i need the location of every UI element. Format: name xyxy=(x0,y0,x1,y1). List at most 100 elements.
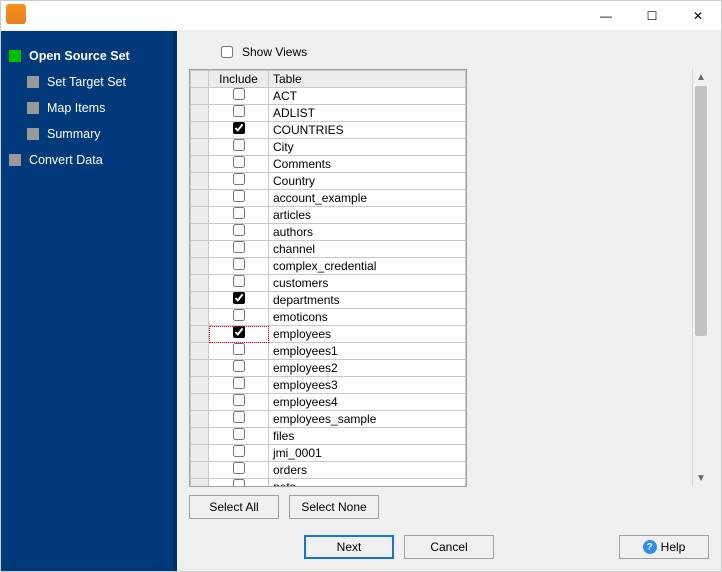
table-row[interactable]: Country xyxy=(191,173,466,190)
table-name-cell[interactable]: employees xyxy=(269,326,466,343)
table-row[interactable]: COUNTRIES xyxy=(191,122,466,139)
scroll-track[interactable] xyxy=(693,86,709,470)
sidebar-item-set-target-set[interactable]: Set Target Set xyxy=(1,69,173,95)
table-name-cell[interactable]: COUNTRIES xyxy=(269,122,466,139)
table-row[interactable]: employees4 xyxy=(191,394,466,411)
select-all-button[interactable]: Select All xyxy=(189,495,279,519)
table-row[interactable]: articles xyxy=(191,207,466,224)
table-name-cell[interactable]: employees_sample xyxy=(269,411,466,428)
table-row[interactable]: departments xyxy=(191,292,466,309)
row-handle[interactable] xyxy=(191,479,209,487)
row-handle[interactable] xyxy=(191,292,209,309)
row-handle[interactable] xyxy=(191,360,209,377)
table-row[interactable]: jmi_0001 xyxy=(191,445,466,462)
row-handle[interactable] xyxy=(191,258,209,275)
include-checkbox[interactable] xyxy=(233,224,245,236)
table-row[interactable]: employees1 xyxy=(191,343,466,360)
include-cell[interactable] xyxy=(209,275,269,292)
row-handle[interactable] xyxy=(191,445,209,462)
show-views-checkbox[interactable] xyxy=(221,46,233,58)
include-cell[interactable] xyxy=(209,122,269,139)
scroll-down-icon[interactable]: ▼ xyxy=(693,470,709,487)
include-cell[interactable] xyxy=(209,190,269,207)
table-name-cell[interactable]: Comments xyxy=(269,156,466,173)
include-cell[interactable] xyxy=(209,105,269,122)
sidebar-item-convert-data[interactable]: Convert Data xyxy=(1,147,173,173)
row-handle[interactable] xyxy=(191,462,209,479)
include-checkbox[interactable] xyxy=(233,462,245,474)
include-checkbox[interactable] xyxy=(233,309,245,321)
sidebar-item-open-source-set[interactable]: Open Source Set xyxy=(1,43,173,69)
include-cell[interactable] xyxy=(209,462,269,479)
cancel-button[interactable]: Cancel xyxy=(404,535,494,559)
table-row[interactable]: employees3 xyxy=(191,377,466,394)
row-handle[interactable] xyxy=(191,275,209,292)
row-handle[interactable] xyxy=(191,173,209,190)
table-row[interactable]: Comments xyxy=(191,156,466,173)
maximize-button[interactable]: ☐ xyxy=(629,1,675,31)
include-checkbox[interactable] xyxy=(233,343,245,355)
sidebar-item-map-items[interactable]: Map Items xyxy=(1,95,173,121)
include-checkbox[interactable] xyxy=(233,377,245,389)
include-checkbox[interactable] xyxy=(233,360,245,372)
include-cell[interactable] xyxy=(209,224,269,241)
row-handle[interactable] xyxy=(191,122,209,139)
table-name-cell[interactable]: emoticons xyxy=(269,309,466,326)
table-name-cell[interactable]: channel xyxy=(269,241,466,258)
row-handle[interactable] xyxy=(191,343,209,360)
include-checkbox[interactable] xyxy=(233,258,245,270)
include-cell[interactable] xyxy=(209,411,269,428)
table-name-cell[interactable]: files xyxy=(269,428,466,445)
table-row[interactable]: employees xyxy=(191,326,466,343)
table-name-cell[interactable]: ACT xyxy=(269,88,466,105)
table-row[interactable]: orders xyxy=(191,462,466,479)
table-name-cell[interactable]: orders xyxy=(269,462,466,479)
minimize-button[interactable]: — xyxy=(583,1,629,31)
table-name-cell[interactable]: customers xyxy=(269,275,466,292)
table-row[interactable]: City xyxy=(191,139,466,156)
scroll-thumb[interactable] xyxy=(695,86,707,336)
row-handle[interactable] xyxy=(191,377,209,394)
table-name-cell[interactable]: departments xyxy=(269,292,466,309)
row-handle[interactable] xyxy=(191,88,209,105)
scroll-up-icon[interactable]: ▲ xyxy=(693,69,709,86)
include-cell[interactable] xyxy=(209,326,269,343)
include-checkbox[interactable] xyxy=(233,105,245,117)
include-cell[interactable] xyxy=(209,343,269,360)
include-checkbox[interactable] xyxy=(233,479,245,486)
row-handle[interactable] xyxy=(191,394,209,411)
include-checkbox[interactable] xyxy=(233,275,245,287)
include-cell[interactable] xyxy=(209,139,269,156)
include-checkbox[interactable] xyxy=(233,156,245,168)
table-row[interactable]: channel xyxy=(191,241,466,258)
close-button[interactable]: ✕ xyxy=(675,1,721,31)
row-handle[interactable] xyxy=(191,309,209,326)
table-row[interactable]: files xyxy=(191,428,466,445)
row-handle[interactable] xyxy=(191,190,209,207)
table-name-cell[interactable]: account_example xyxy=(269,190,466,207)
include-cell[interactable] xyxy=(209,445,269,462)
row-handle[interactable] xyxy=(191,224,209,241)
include-checkbox[interactable] xyxy=(233,411,245,423)
table-name-cell[interactable]: employees1 xyxy=(269,343,466,360)
table-name-cell[interactable]: jmi_0001 xyxy=(269,445,466,462)
row-handle[interactable] xyxy=(191,156,209,173)
include-cell[interactable] xyxy=(209,241,269,258)
table-row[interactable]: account_example xyxy=(191,190,466,207)
include-cell[interactable] xyxy=(209,258,269,275)
table-row[interactable]: employees2 xyxy=(191,360,466,377)
include-checkbox[interactable] xyxy=(233,88,245,100)
include-checkbox[interactable] xyxy=(233,122,245,134)
select-none-button[interactable]: Select None xyxy=(289,495,379,519)
include-cell[interactable] xyxy=(209,173,269,190)
include-cell[interactable] xyxy=(209,360,269,377)
row-handle[interactable] xyxy=(191,326,209,343)
include-cell[interactable] xyxy=(209,156,269,173)
include-checkbox[interactable] xyxy=(233,139,245,151)
col-table-header[interactable]: Table xyxy=(269,71,466,88)
table-name-cell[interactable]: Country xyxy=(269,173,466,190)
include-cell[interactable] xyxy=(209,207,269,224)
table-name-cell[interactable]: complex_credential xyxy=(269,258,466,275)
table-name-cell[interactable]: employees2 xyxy=(269,360,466,377)
table-row[interactable]: complex_credential xyxy=(191,258,466,275)
